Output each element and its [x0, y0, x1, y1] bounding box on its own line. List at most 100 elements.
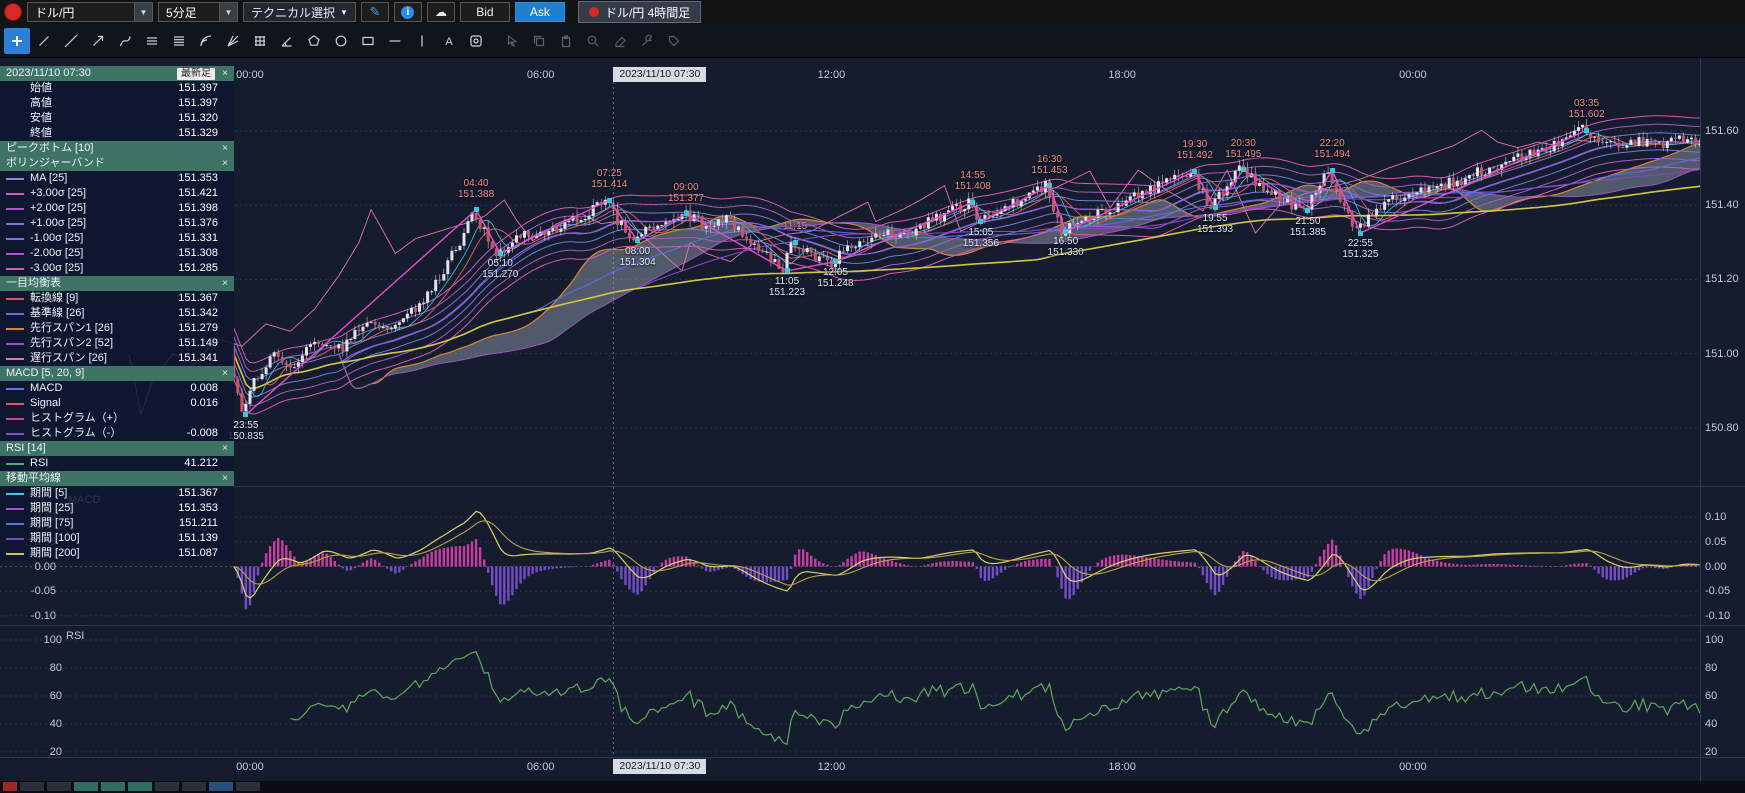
save-cloud-button[interactable]: ☁	[427, 2, 455, 22]
bottom-toolbar	[0, 781, 1745, 793]
chart-tab-usdjpy-4h[interactable]: ドル/円 4時間足	[578, 1, 701, 23]
pentagon-tool-button[interactable]	[301, 28, 327, 54]
add-button[interactable]	[4, 28, 30, 54]
line-swatch	[6, 238, 24, 240]
bottom-toolbar-button[interactable]	[47, 782, 71, 791]
horizontal-lines-4-button[interactable]	[166, 28, 192, 54]
cursor-time-label-top: 2023/11/10 07:30	[613, 67, 706, 82]
indicator-value: 0.008	[190, 381, 230, 396]
toolbar-separator	[490, 28, 498, 54]
indicator-group-header: 移動平均線×	[0, 471, 234, 486]
latest-candle-badge[interactable]: 最新足	[177, 68, 215, 80]
drawing-toolbar: A	[0, 24, 1745, 58]
info-button[interactable]: i	[394, 2, 422, 22]
indicator-row: -2.00σ [25]151.308	[0, 246, 234, 261]
line-swatch	[6, 538, 24, 540]
magnifier-tool-button[interactable]	[580, 28, 606, 54]
indicator-label: 期間 [25]	[30, 501, 73, 516]
indicator-row: 期間 [200]151.087	[0, 546, 234, 561]
technical-select-button[interactable]: テクニカル選択 ▼	[243, 2, 356, 22]
line-swatch	[6, 358, 24, 360]
indicator-row: MA [25]151.353	[0, 171, 234, 186]
tag-tool-button[interactable]	[661, 28, 687, 54]
bottom-toolbar-button[interactable]	[155, 782, 179, 791]
close-icon[interactable]: ×	[219, 141, 231, 156]
line-swatch	[6, 388, 24, 390]
close-icon[interactable]: ×	[219, 156, 231, 171]
indicator-row: -3.00σ [25]151.285	[0, 261, 234, 276]
indicator-row: 期間 [5]151.367	[0, 486, 234, 501]
bottom-toolbar-button[interactable]	[128, 782, 152, 791]
pair-select[interactable]: ドル/円 ▼	[27, 2, 153, 22]
info-icon: i	[401, 6, 414, 19]
indicator-row: 期間 [100]151.139	[0, 531, 234, 546]
indicator-group-title: 一目均衡表	[6, 276, 61, 291]
angle-line-button[interactable]	[274, 28, 300, 54]
pencil-icon: ✎	[369, 4, 380, 20]
freehand-pencil-button[interactable]	[112, 28, 138, 54]
bottom-toolbar-button[interactable]	[20, 782, 44, 791]
bottom-toolbar-button[interactable]	[101, 782, 125, 791]
indicator-row: 基準線 [26]151.342	[0, 306, 234, 321]
indicator-label: -3.00σ [25]	[30, 261, 83, 276]
eraser-tool-button[interactable]	[607, 28, 633, 54]
bid-toggle-button[interactable]: Bid	[460, 2, 510, 22]
line-swatch	[6, 553, 24, 555]
indicator-row: -1.00σ [25]151.331	[0, 231, 234, 246]
paste-tool-button[interactable]	[553, 28, 579, 54]
indicator-group-title: ピークボトム [10]	[6, 141, 93, 156]
line-swatch	[6, 463, 24, 465]
ohlc-row: 始値151.397	[0, 81, 234, 96]
horizontal-lines-3-button[interactable]	[139, 28, 165, 54]
close-icon[interactable]: ×	[219, 276, 231, 291]
text-tool-button[interactable]: A	[436, 28, 462, 54]
indicator-row: +1.00σ [25] 151.376	[0, 216, 234, 231]
rectangle-tool-button[interactable]	[355, 28, 381, 54]
cloud-icon: ☁	[435, 5, 447, 19]
fx-chart-app: ドル/円 ▼ 5分足 ▼ テクニカル選択 ▼ ✎ i ☁ Bid Ask ドル/…	[0, 0, 1745, 793]
bottom-toolbar-button[interactable]	[182, 782, 206, 791]
bottom-toolbar-button[interactable]	[3, 782, 17, 791]
indicator-value: 0.016	[190, 396, 230, 411]
draw-pencil-button[interactable]: ✎	[361, 2, 389, 22]
bottom-toolbar-button[interactable]	[236, 782, 260, 791]
indicator-label: 期間 [100]	[30, 531, 80, 546]
timeframe-select[interactable]: 5分足 ▼	[158, 2, 238, 22]
close-icon[interactable]: ×	[219, 366, 231, 381]
icon-stamp-button[interactable]	[463, 28, 489, 54]
indicator-value: 151.341	[178, 351, 230, 366]
timeframe-select-label: 5分足	[159, 3, 219, 21]
ray-line-button[interactable]	[85, 28, 111, 54]
indicator-group-header: ボリンジャーバンド ×	[0, 156, 234, 171]
bottom-toolbar-button[interactable]	[209, 782, 233, 791]
copy-tool-button[interactable]	[526, 28, 552, 54]
close-icon[interactable]: ×	[219, 441, 231, 456]
fibonacci-arc-button[interactable]	[193, 28, 219, 54]
line-swatch	[6, 208, 24, 210]
close-icon[interactable]: ×	[219, 66, 231, 81]
settings-tool-button[interactable]	[634, 28, 660, 54]
indicator-label: +1.00σ [25]	[30, 216, 86, 231]
select-tool-button[interactable]	[499, 28, 525, 54]
line-swatch	[6, 418, 24, 420]
vertical-line-button[interactable]	[409, 28, 435, 54]
indicator-row: ヒストグラム（-）-0.008	[0, 426, 234, 441]
horizontal-line-button[interactable]	[382, 28, 408, 54]
trend-line-button[interactable]	[31, 28, 57, 54]
gann-fan-button[interactable]	[220, 28, 246, 54]
close-icon[interactable]: ×	[219, 471, 231, 486]
indicator-label: 期間 [200]	[30, 546, 80, 561]
indicator-value: 151.376	[178, 216, 230, 231]
chevron-down-icon[interactable]: ▼	[134, 3, 152, 21]
chart-canvas[interactable]	[0, 0, 1745, 793]
indicator-label: 転換線 [9]	[30, 291, 78, 306]
ellipse-tool-button[interactable]	[328, 28, 354, 54]
indicator-group-title: ボリンジャーバンド	[6, 156, 105, 171]
indicator-row: 期間 [25]151.353	[0, 501, 234, 516]
ask-toggle-button[interactable]: Ask	[515, 2, 565, 22]
chevron-down-icon[interactable]: ▼	[219, 3, 237, 21]
indicator-value: 151.398	[178, 201, 230, 216]
fibonacci-grid-button[interactable]	[247, 28, 273, 54]
extended-line-button[interactable]	[58, 28, 84, 54]
bottom-toolbar-button[interactable]	[74, 782, 98, 791]
